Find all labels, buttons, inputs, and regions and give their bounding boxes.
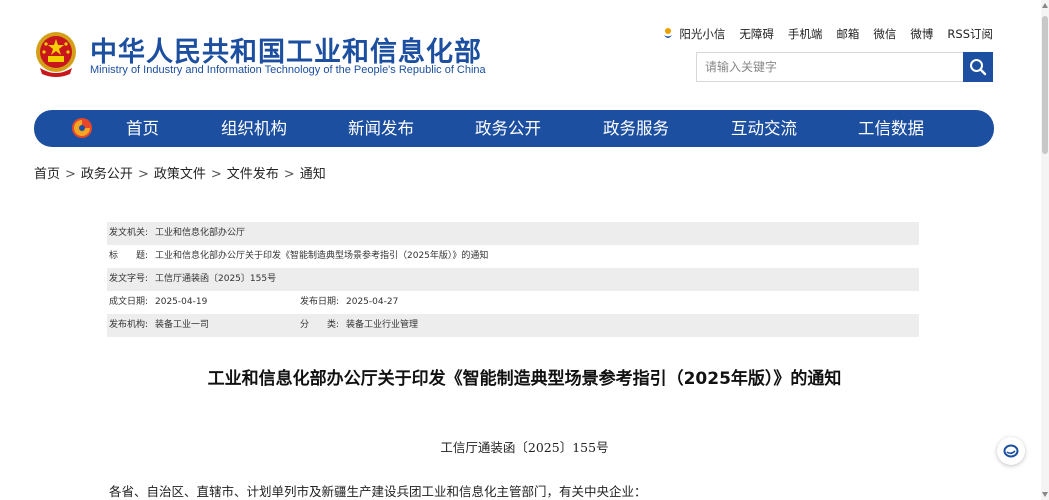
breadcrumb-separator: > <box>65 167 76 182</box>
meta-created-date: 2025-04-19 <box>155 297 208 307</box>
miit-logo-icon[interactable] <box>70 116 94 140</box>
scroll-down-icon[interactable] <box>1042 492 1048 497</box>
site-subtitle: Ministry of Industry and Information Tec… <box>90 64 486 76</box>
assistant-icon <box>1003 444 1019 458</box>
top-link-weibo[interactable]: 微博 <box>910 26 933 42</box>
meta-label: 分 类: <box>300 320 340 330</box>
scroll-up-icon[interactable] <box>1042 3 1048 8</box>
meta-published-date: 2025-04-27 <box>346 297 399 307</box>
floating-assistant-button[interactable] <box>997 437 1025 465</box>
breadcrumb: 首页 > 政务公开 > 政策文件 > 文件发布 > 通知 <box>34 163 326 182</box>
meta-category: 装备工业行业管理 <box>346 320 419 330</box>
top-link-mobile[interactable]: 手机端 <box>788 26 823 42</box>
meta-org: 装备工业一司 <box>155 320 210 330</box>
nav-item-gov-services[interactable]: 政务服务 <box>603 110 669 147</box>
search-box <box>696 52 993 82</box>
meta-label: 标 题: <box>109 251 149 261</box>
search-button[interactable] <box>963 52 993 82</box>
breadcrumb-separator: > <box>283 167 295 182</box>
nav-item-interaction[interactable]: 互动交流 <box>731 110 797 147</box>
breadcrumb-notice[interactable]: 通知 <box>300 167 326 182</box>
meta-label: 发布机构: <box>109 320 149 330</box>
breadcrumb-separator: > <box>137 167 149 182</box>
top-link-mailbox[interactable]: 邮箱 <box>836 26 859 42</box>
meta-label: 发布日期: <box>300 297 340 307</box>
document-title: 工业和信息化部办公厅关于印发《智能制造典型场景参考指引（2025年版）》的通知 <box>207 369 842 389</box>
top-links: 阳光小信 无障碍 手机端 邮箱 微信 微博 RSS订阅 <box>648 26 993 42</box>
search-input[interactable] <box>697 53 963 81</box>
national-emblem-icon[interactable] <box>34 30 78 78</box>
top-link-label: 阳光小信 <box>679 27 726 41</box>
meta-row-doc-no: 发文字号: 工信厅通装函〔2025〕155号 <box>107 268 919 291</box>
top-link-sunshine[interactable]: 阳光小信 <box>662 26 725 42</box>
top-link-rss[interactable]: RSS订阅 <box>947 26 993 42</box>
meta-doc-no: 工信厅通装函〔2025〕155号 <box>155 274 277 284</box>
meta-issuer: 工业和信息化部办公厅 <box>155 228 246 238</box>
document-number: 工信厅通装函〔2025〕155号 <box>440 440 609 455</box>
scrollbar-thumb[interactable] <box>1042 16 1048 154</box>
meta-row-org: 发布机构: 装备工业一司 分 类: 装备工业行业管理 <box>107 314 919 337</box>
meta-label: 发文字号: <box>109 274 149 284</box>
top-link-accessibility[interactable]: 无障碍 <box>739 26 774 42</box>
meta-row-title: 标 题: 工业和信息化部办公厅关于印发《智能制造典型场景参考指引（2025年版）… <box>107 245 919 268</box>
breadcrumb-home[interactable]: 首页 <box>34 167 60 182</box>
nav-item-organization[interactable]: 组织机构 <box>221 110 287 147</box>
document-meta-table: 发文机关: 工业和信息化部办公厅 标 题: 工业和信息化部办公厅关于印发《智能制… <box>107 222 919 337</box>
nav-item-gov-affairs[interactable]: 政务公开 <box>475 110 541 147</box>
meta-row-dates: 成文日期: 2025-04-19 发布日期: 2025-04-27 <box>107 291 919 314</box>
sunshine-logo-icon <box>664 28 673 38</box>
main-nav: 首页 组织机构 新闻发布 政务公开 政务服务 互动交流 工信数据 <box>34 110 994 147</box>
breadcrumb-doc-release[interactable]: 文件发布 <box>227 167 279 182</box>
search-icon <box>970 59 987 76</box>
document-salutation: 各省、自治区、直辖市、计划单列市及新疆生产建设兵团工业和信息化主管部门，有关中央… <box>109 484 647 499</box>
breadcrumb-policy-docs[interactable]: 政策文件 <box>154 167 206 182</box>
site-header: 中华人民共和国工业和信息化部 Ministry of Industry and … <box>0 0 1049 108</box>
meta-label: 发文机关: <box>109 228 149 238</box>
nav-item-news[interactable]: 新闻发布 <box>348 110 414 147</box>
top-link-wechat[interactable]: 微信 <box>873 26 896 42</box>
breadcrumb-gov-affairs[interactable]: 政务公开 <box>81 167 133 182</box>
nav-item-data[interactable]: 工信数据 <box>858 110 924 147</box>
page-scrollbar[interactable] <box>1041 0 1049 500</box>
meta-title: 工业和信息化部办公厅关于印发《智能制造典型场景参考指引（2025年版）》的通知 <box>155 251 489 261</box>
meta-row-issuer: 发文机关: 工业和信息化部办公厅 <box>107 222 919 245</box>
meta-label: 成文日期: <box>109 297 149 307</box>
nav-item-home[interactable]: 首页 <box>126 110 159 147</box>
breadcrumb-separator: > <box>210 167 222 182</box>
